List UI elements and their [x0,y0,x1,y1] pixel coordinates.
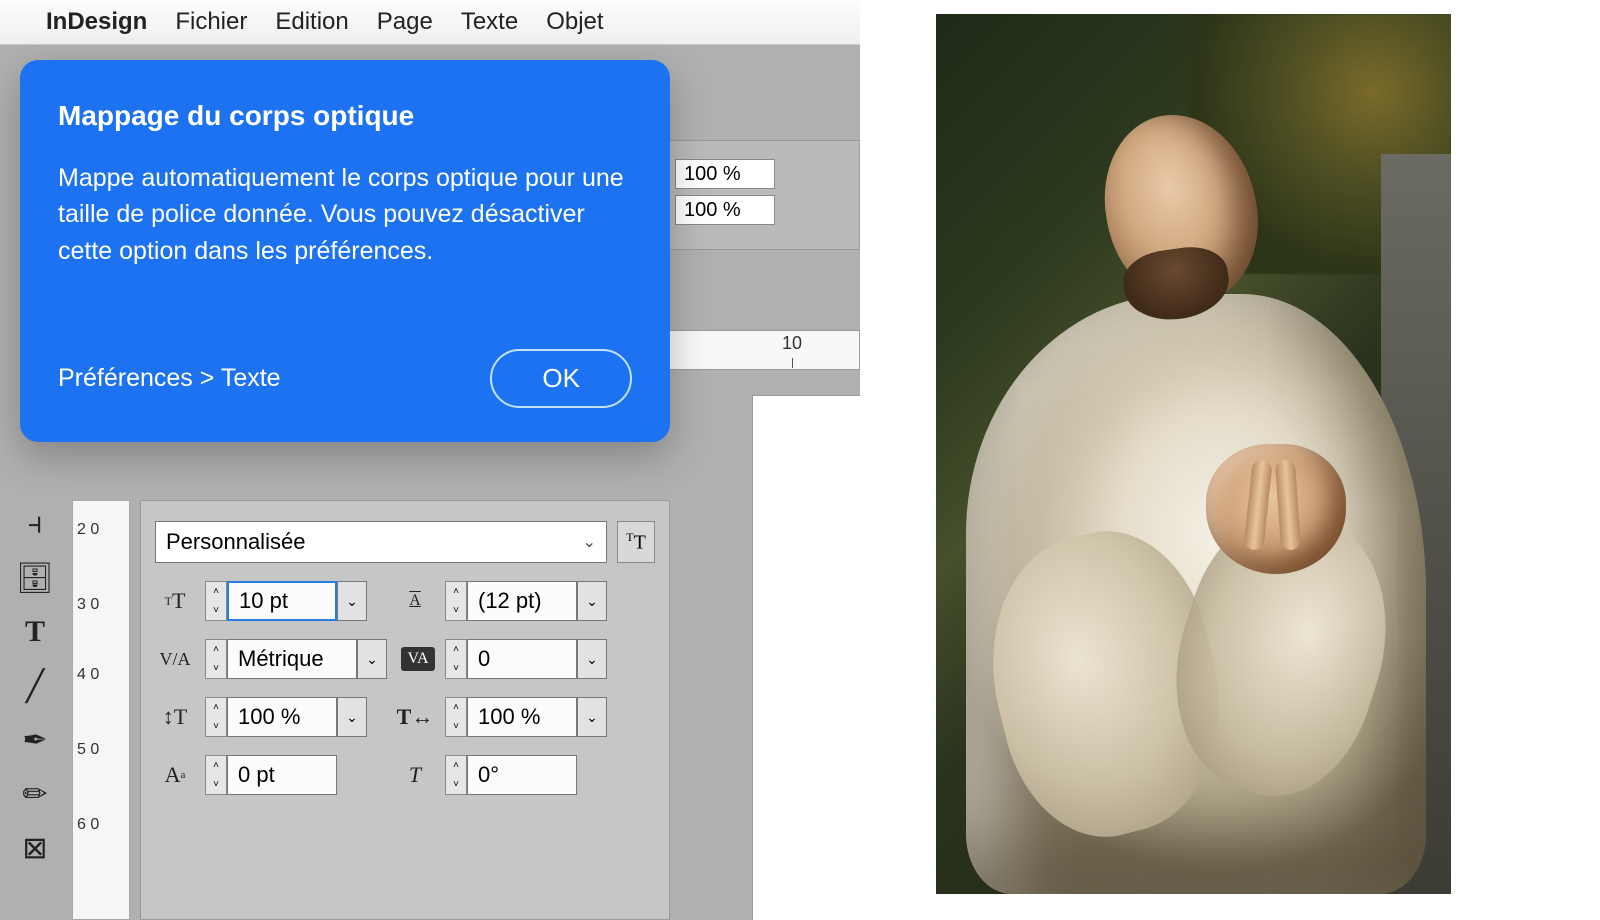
character-panel: Personnalisée ⌄ TT TT ˄˅ 10 pt ⌄ A ˄˅ (1… [140,500,670,920]
font-size-dropdown[interactable]: ⌄ [337,581,367,621]
gap-tool-icon[interactable]: ⫞ [10,500,60,548]
v-ruler-mark: 3 0 [77,596,99,614]
kerning-stepper[interactable]: ˄˅ [205,639,227,679]
menubar: InDesign Fichier Edition Page Texte Obje… [0,0,860,45]
menu-objet[interactable]: Objet [546,8,603,36]
coach-mark-pref-link[interactable]: Préférences > Texte [58,364,281,393]
leading-icon: A [395,581,435,621]
document-page[interactable] [752,395,860,920]
menu-edition[interactable]: Edition [275,8,348,36]
rectangle-frame-tool-icon[interactable]: ⊠ [10,824,60,872]
skew-field[interactable]: 0° [467,755,577,795]
v-ruler-mark: 5 0 [77,741,99,759]
horizontal-scale-dropdown[interactable]: ⌄ [577,697,607,737]
optical-size-mapping-button[interactable]: TT [617,521,655,563]
coach-mark-body: Mappe automatiquement le corps optique p… [58,160,632,269]
vertical-ruler: 2 0 3 0 4 0 5 0 6 0 [72,500,130,920]
tracking-icon: VA [401,647,435,671]
vertical-scale-dropdown[interactable]: ⌄ [337,697,367,737]
skew-icon: T [395,755,435,795]
kerning-dropdown[interactable]: ⌄ [357,639,387,679]
scale-horizontal-field[interactable]: 100 % [675,159,775,189]
menu-page[interactable]: Page [377,8,433,36]
chevron-down-icon: ⌄ [583,532,596,552]
app-window: InDesign Fichier Edition Page Texte Obje… [0,0,860,920]
content-collector-tool-icon[interactable]: 🗄 [10,554,60,602]
optical-size-select[interactable]: Personnalisée ⌄ [155,521,607,563]
optical-size-value: Personnalisée [166,529,305,555]
skew-stepper[interactable]: ˄˅ [445,755,467,795]
line-tool-icon[interactable]: ╱ [10,662,60,710]
tracking-stepper[interactable]: ˄˅ [445,639,467,679]
coach-mark: Mappage du corps optique Mappe automatiq… [20,60,670,442]
leading-stepper[interactable]: ˄˅ [445,581,467,621]
horizontal-scale-icon: T↔ [395,697,435,737]
vertical-scale-stepper[interactable]: ˄˅ [205,697,227,737]
vertical-scale-icon: ↕T [155,697,195,737]
coach-mark-title: Mappage du corps optique [58,100,632,132]
leading-dropdown[interactable]: ⌄ [577,581,607,621]
menu-fichier[interactable]: Fichier [175,8,247,36]
app-menu[interactable]: InDesign [46,8,147,36]
painting-image [936,14,1451,894]
v-ruler-mark: 2 0 [77,521,99,539]
horizontal-scale-field[interactable]: 100 % [467,697,577,737]
tool-column: ⫞ 🗄 T ╱ ✒ ✏ ⊠ [10,500,60,872]
vertical-scale-field[interactable]: 100 % [227,697,337,737]
scale-vertical-field[interactable]: 100 % [675,195,775,225]
tracking-field[interactable]: 0 [467,639,577,679]
coach-mark-ok-button[interactable]: OK [490,349,632,408]
pen-tool-icon[interactable]: ✒ [10,716,60,764]
v-ruler-mark: 6 0 [77,816,99,834]
baseline-shift-stepper[interactable]: ˄˅ [205,755,227,795]
ruler-mark: 10 [782,333,802,354]
font-size-icon: TT [155,581,195,621]
type-tool-icon[interactable]: T [10,608,60,656]
pencil-tool-icon[interactable]: ✏ [10,770,60,818]
font-size-field[interactable]: 10 pt [227,581,337,621]
v-ruler-mark: 4 0 [77,666,99,684]
horizontal-scale-stepper[interactable]: ˄˅ [445,697,467,737]
kerning-icon: V/A [155,639,195,679]
leading-field[interactable]: (12 pt) [467,581,577,621]
baseline-shift-field[interactable]: 0 pt [227,755,337,795]
kerning-field[interactable]: Métrique [227,639,357,679]
tracking-dropdown[interactable]: ⌄ [577,639,607,679]
menu-texte[interactable]: Texte [461,8,518,36]
font-size-stepper[interactable]: ˄˅ [205,581,227,621]
baseline-shift-icon: Aa [155,755,195,795]
